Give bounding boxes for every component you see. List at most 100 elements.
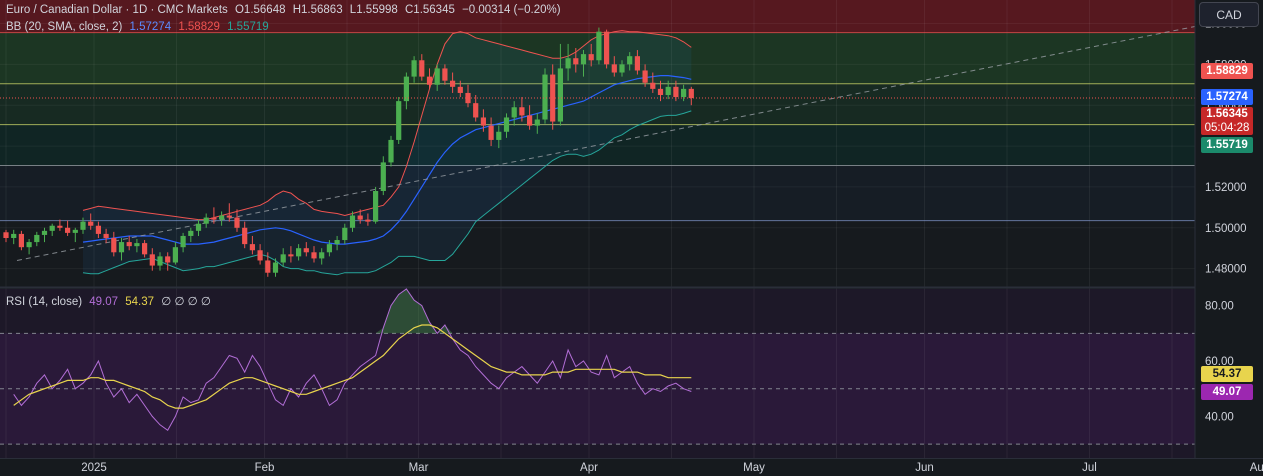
candle-down [588, 54, 594, 61]
candle-down [357, 215, 363, 220]
candle-down [650, 82, 656, 89]
candle-down [95, 225, 101, 234]
candle-up [80, 221, 86, 230]
rsi-tag: 49.07 [1201, 384, 1253, 400]
candle-up [557, 68, 563, 122]
bar-countdown: 05:04:28 [1204, 122, 1250, 134]
time-axis-label: Mar [409, 462, 429, 474]
bb-label: BB (20, SMA, close, 2) [6, 21, 123, 33]
symbol-legend: Euro / Canadian Dollar · 1D · CMC Market… [6, 4, 565, 16]
candle-down [111, 237, 117, 253]
candle-down [242, 227, 248, 245]
time-axis-label: Jun [915, 462, 934, 474]
candle-up [334, 240, 340, 245]
bb-lower-value: 1.55719 [227, 21, 269, 33]
candle-down [142, 243, 148, 255]
candle-down [442, 68, 448, 81]
candle-up [388, 139, 394, 163]
candle-down [18, 233, 24, 248]
time-axis-label: Apr [580, 462, 598, 474]
candle-down [457, 86, 463, 93]
candle-up [172, 247, 178, 263]
candle-down [573, 58, 579, 65]
candle-down [234, 217, 240, 228]
candle-up [434, 68, 440, 85]
candle-up [72, 229, 78, 233]
high-label: H [292, 4, 302, 16]
candle-down [149, 254, 155, 266]
candle-down [3, 232, 9, 238]
candle-up [157, 256, 163, 266]
price-axis-label: 1.50000 [1205, 223, 1247, 235]
time-axis-label: Jul [1082, 462, 1097, 474]
time-axis-label: May [743, 462, 765, 474]
candle-up [41, 230, 48, 235]
last-price-tag: 1.56345 05:04:28 [1201, 107, 1253, 135]
bb-basis-tag: 1.57274 [1201, 89, 1253, 105]
candle-up [319, 252, 325, 259]
candle-up [496, 131, 502, 140]
bb-legend[interactable]: BB (20, SMA, close, 2) 1.57274 1.58829 1… [6, 21, 273, 33]
candle-up [511, 107, 517, 118]
candle-up [118, 242, 125, 253]
chart-canvas[interactable]: 1.600001.580001.560001.540001.520001.500… [0, 0, 1263, 476]
candle-down [288, 254, 294, 257]
rsi-label: RSI (14, close) [6, 296, 83, 308]
bb-upper-tag: 1.58829 [1201, 63, 1253, 79]
candle-up [565, 58, 571, 69]
rsi-legend[interactable]: RSI (14, close) 49.07 54.37 ∅ ∅ ∅ ∅ [6, 294, 215, 308]
candle-up [326, 244, 332, 253]
candle-up [403, 76, 409, 102]
candle-up [580, 54, 587, 65]
candle-up [203, 217, 209, 224]
candle-down [311, 252, 317, 259]
candle-down [611, 64, 617, 73]
low-value: 1.55998 [356, 4, 398, 16]
candle-down [450, 80, 456, 87]
candle-up [195, 223, 202, 231]
candle-down [688, 88, 694, 99]
symbol-name: Euro / Canadian Dollar · 1D · CMC Market… [6, 4, 228, 16]
candle-up [134, 243, 140, 247]
time-axis-label: Feb [255, 462, 275, 474]
candle-down [527, 115, 533, 126]
close-value: 1.56345 [413, 4, 455, 16]
candle-up [272, 262, 279, 273]
candle-up [396, 101, 402, 140]
rsi-extra-values: ∅ ∅ ∅ ∅ [161, 296, 211, 308]
candle-down [673, 86, 679, 98]
bb-upper-value: 1.58829 [178, 21, 220, 33]
rsi-ma-tag: 54.37 [1201, 366, 1253, 382]
bb-lower-tag: 1.55719 [1201, 137, 1253, 153]
candle-down [473, 103, 479, 118]
candle-up [188, 230, 194, 236]
candle-down [634, 56, 640, 71]
candle-up [296, 248, 302, 257]
time-axis-label: Aug [1250, 462, 1263, 474]
candle-up [380, 162, 386, 192]
candle-down [65, 227, 71, 233]
bb-basis-value: 1.57274 [129, 21, 172, 33]
price-axis-label: 1.48000 [1205, 264, 1247, 276]
candle-up [665, 86, 671, 95]
candle-up [26, 242, 32, 248]
candle-down [480, 117, 486, 126]
candle-up [34, 234, 40, 243]
candle-up [503, 117, 510, 132]
time-axis [0, 458, 1263, 476]
currency-button[interactable]: CAD [1199, 2, 1259, 27]
time-axis-label: 2025 [81, 462, 107, 474]
candle-down [165, 256, 171, 263]
candle-up [596, 31, 602, 61]
candle-up [49, 225, 55, 231]
candle-up [619, 64, 625, 73]
candle-down [257, 250, 263, 261]
candle-down [604, 31, 610, 65]
candle-up [373, 191, 379, 222]
candle-up [534, 119, 540, 126]
price-axis-label: 1.52000 [1205, 182, 1247, 194]
candle-down [57, 225, 63, 228]
last-price-value: 1.56345 [1206, 108, 1248, 120]
rsi-value: 49.07 [89, 296, 119, 308]
candle-down [249, 244, 255, 251]
